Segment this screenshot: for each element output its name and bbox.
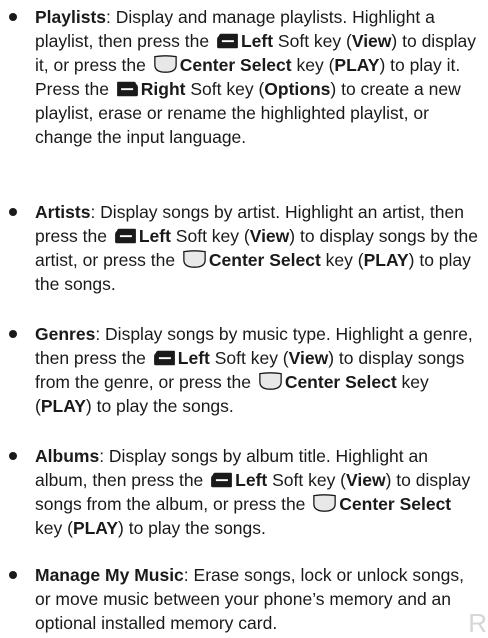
center-select-key-icon (312, 494, 337, 512)
item-term: Albums (35, 446, 100, 466)
document-page: Playlists: Display and manage playlists.… (0, 0, 488, 637)
left-soft-key-icon (114, 228, 137, 244)
bullet-icon (9, 13, 17, 21)
list-item-artists: Artists: Display songs by artist. Highli… (9, 200, 480, 296)
bullet-icon (9, 208, 17, 216)
right-soft-key-icon (116, 81, 139, 97)
left-soft-key-icon (216, 33, 239, 49)
item-term: Artists (35, 202, 91, 222)
center-select-key-icon (182, 250, 207, 268)
list-item-genres: Genres: Display songs by music type. Hig… (9, 322, 480, 418)
left-soft-key-icon (153, 350, 176, 366)
left-soft-key-icon (210, 472, 233, 488)
list-item-playlists: Playlists: Display and manage playlists.… (9, 5, 480, 149)
bullet-icon (9, 330, 17, 338)
item-text: Manage My Music: Erase songs, lock or un… (35, 565, 464, 633)
watermark: R (468, 608, 488, 638)
item-text: Artists: Display songs by artist. Highli… (35, 202, 479, 294)
list-item-albums: Albums: Display songs by album title. Hi… (9, 444, 480, 540)
item-text: Genres: Display songs by music type. Hig… (35, 324, 473, 416)
center-select-key-icon (153, 55, 178, 73)
bullet-icon (9, 571, 17, 579)
center-select-key-icon (258, 372, 283, 390)
item-term: Manage My Music (35, 565, 184, 585)
item-term: Genres (35, 324, 96, 344)
bullet-icon (9, 452, 17, 460)
item-text: Albums: Display songs by album title. Hi… (35, 446, 471, 538)
list-item-manage-my-music: Manage My Music: Erase songs, lock or un… (9, 563, 480, 635)
item-term: Playlists (35, 7, 107, 27)
item-text: Playlists: Display and manage playlists.… (35, 7, 477, 147)
